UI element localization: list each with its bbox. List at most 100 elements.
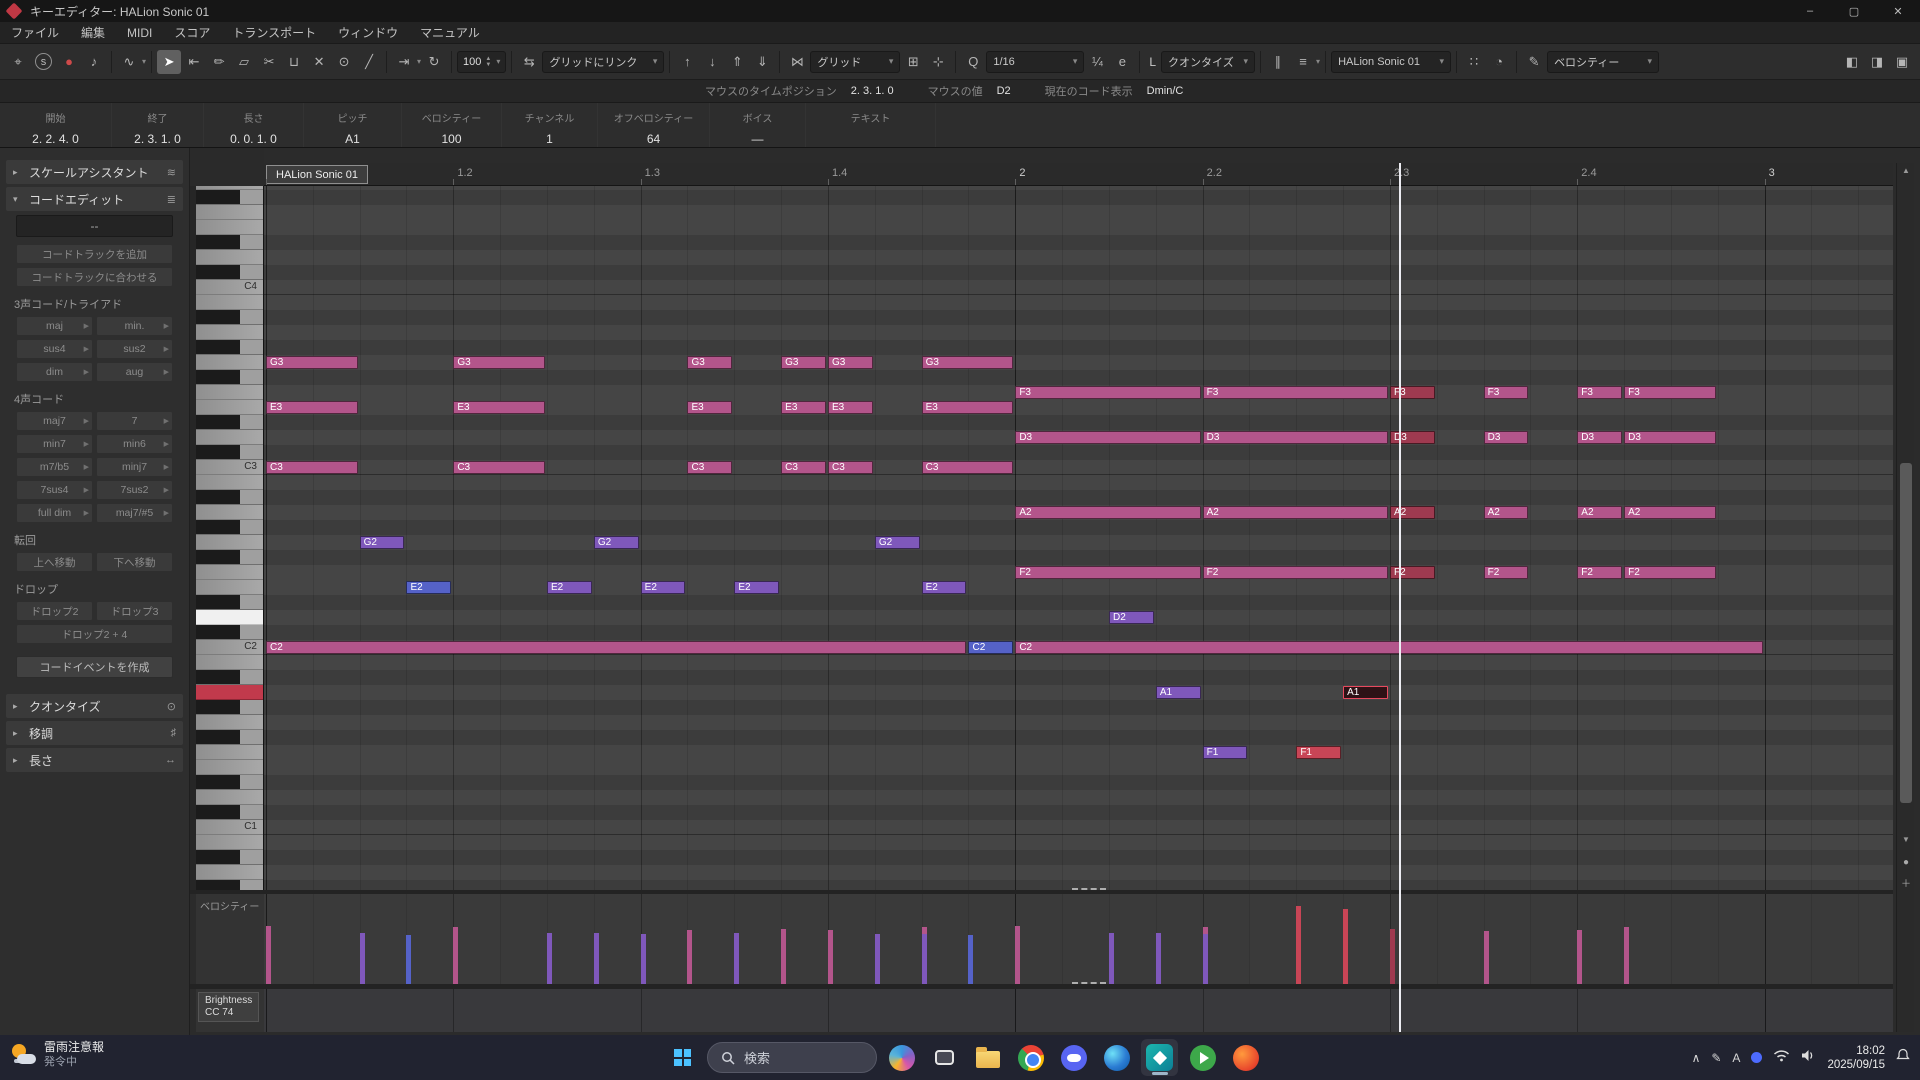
- velocity-bar[interactable]: [1577, 930, 1582, 984]
- midi-note[interactable]: F3: [1484, 386, 1529, 399]
- info-field[interactable]: ピッチA1: [304, 103, 402, 147]
- midi-note[interactable]: E2: [406, 581, 451, 594]
- midi-note[interactable]: F2: [1577, 566, 1622, 579]
- midi-note[interactable]: D3: [1624, 431, 1716, 444]
- midi-note[interactable]: G2: [875, 536, 920, 549]
- midi-note[interactable]: A2: [1577, 506, 1622, 519]
- playhead-cursor[interactable]: [1399, 163, 1401, 1032]
- menu-item[interactable]: トランスポート: [221, 22, 327, 44]
- midi-note[interactable]: G2: [594, 536, 639, 549]
- quantize-icon[interactable]: Q: [961, 50, 985, 74]
- erase-tool[interactable]: ▱: [232, 50, 256, 74]
- info-field[interactable]: ベロシティー100: [402, 103, 502, 147]
- velocity-bar[interactable]: [547, 933, 552, 984]
- midi-note[interactable]: G3: [266, 356, 358, 369]
- midi-note[interactable]: C3: [781, 461, 826, 474]
- midi-note[interactable]: C3: [453, 461, 545, 474]
- match-chord-track-button[interactable]: コードトラックに合わせる: [16, 267, 173, 287]
- piano-key[interactable]: [196, 355, 264, 370]
- piano-key[interactable]: [196, 850, 264, 865]
- taskbar-app-widgets[interactable]: [883, 1039, 920, 1076]
- info-field-value[interactable]: 2. 3. 1. 0: [112, 132, 203, 146]
- info-field[interactable]: テキスト: [806, 103, 936, 147]
- midi-note[interactable]: F2: [1203, 566, 1388, 579]
- taskbar-clock[interactable]: 18:02 2025/09/15: [1827, 1044, 1885, 1072]
- midi-note[interactable]: D2: [1109, 611, 1154, 624]
- velocity-bar[interactable]: [453, 927, 458, 984]
- midi-note[interactable]: F3: [1203, 386, 1388, 399]
- taskbar-search[interactable]: 検索: [707, 1042, 877, 1073]
- velocity-bar[interactable]: [1484, 931, 1489, 984]
- quantize-panel-icon[interactable]: e: [1110, 50, 1134, 74]
- piano-key[interactable]: [196, 490, 264, 505]
- midi-note[interactable]: E2: [734, 581, 779, 594]
- midi-note[interactable]: C3: [266, 461, 358, 474]
- piano-key[interactable]: [196, 580, 264, 595]
- info-field[interactable]: チャンネル1: [502, 103, 598, 147]
- velocity-bar[interactable]: [1203, 934, 1208, 984]
- tray-app-icon[interactable]: [1751, 1052, 1762, 1063]
- piano-keyboard[interactable]: C4C3C2C1: [196, 186, 264, 890]
- velocity-bar[interactable]: [1343, 909, 1348, 984]
- piano-key[interactable]: [196, 715, 264, 730]
- snap-icon[interactable]: ⋈: [785, 50, 809, 74]
- velocity-bar[interactable]: [968, 935, 973, 984]
- piano-key[interactable]: [196, 190, 264, 205]
- velocity-bar[interactable]: [781, 929, 786, 984]
- piano-key[interactable]: [196, 295, 264, 310]
- velocity-bar[interactable]: [1390, 929, 1395, 984]
- zoom-tool[interactable]: ⊙: [332, 50, 356, 74]
- ime-indicator[interactable]: A: [1732, 1051, 1740, 1065]
- menu-item[interactable]: ファイル: [0, 22, 70, 44]
- piano-key[interactable]: [196, 430, 264, 445]
- midi-note[interactable]: G2: [360, 536, 405, 549]
- snap-type-icon[interactable]: ⊞: [901, 50, 925, 74]
- menu-item[interactable]: ウィンドウ: [327, 22, 409, 44]
- taskbar-app-edge[interactable]: [1098, 1039, 1135, 1076]
- maximize-button[interactable]: ▢: [1832, 0, 1876, 22]
- piano-key[interactable]: [196, 370, 264, 385]
- section-quantize[interactable]: ▸クオンタイズ⊙: [6, 694, 183, 718]
- piano-key[interactable]: [196, 880, 264, 890]
- minimize-button[interactable]: –: [1788, 0, 1832, 22]
- wifi-icon[interactable]: [1773, 1049, 1790, 1067]
- inversion-button[interactable]: 下へ移動: [96, 552, 173, 572]
- midi-note[interactable]: F2: [1484, 566, 1529, 579]
- midi-note[interactable]: C2: [968, 641, 1013, 654]
- draw-tool[interactable]: ✏: [207, 50, 231, 74]
- right-zone-toggle-icon[interactable]: ▣: [1890, 50, 1914, 74]
- volume-icon[interactable]: [1801, 1049, 1816, 1067]
- scroll-down-icon[interactable]: ▼: [1897, 835, 1915, 844]
- piano-key[interactable]: [196, 235, 264, 250]
- step-input-icon[interactable]: ⇆: [517, 50, 541, 74]
- piano-key[interactable]: [196, 220, 264, 235]
- info-field[interactable]: オフベロシティー64: [598, 103, 710, 147]
- piano-key[interactable]: [196, 865, 264, 880]
- section-transpose[interactable]: ▸移調♯: [6, 721, 183, 745]
- piano-key[interactable]: [196, 250, 264, 265]
- tray-expand-icon[interactable]: ∧: [1692, 1051, 1701, 1065]
- velocity-bar[interactable]: [641, 934, 646, 984]
- velocity-bar[interactable]: [1109, 933, 1114, 984]
- midi-note[interactable]: A2: [1390, 506, 1435, 519]
- piano-key[interactable]: [196, 550, 264, 565]
- taskbar-app-discord[interactable]: [1055, 1039, 1092, 1076]
- midi-note[interactable]: E2: [922, 581, 967, 594]
- lane-resize-handle[interactable]: [1072, 888, 1106, 890]
- piano-key[interactable]: [196, 400, 264, 415]
- chord-pad-sus2[interactable]: sus2▶: [96, 339, 173, 359]
- piano-key[interactable]: [196, 565, 264, 580]
- loop-icon[interactable]: ↻: [422, 50, 446, 74]
- midi-note[interactable]: F1: [1296, 746, 1341, 759]
- info-field-value[interactable]: 2. 2. 4. 0: [0, 132, 111, 146]
- scrollbar-thumb[interactable]: [1900, 463, 1912, 803]
- midi-note[interactable]: C2: [266, 641, 966, 654]
- midi-note[interactable]: D3: [1484, 431, 1529, 444]
- midi-note[interactable]: F2: [1390, 566, 1435, 579]
- info-field[interactable]: ボイス—: [710, 103, 806, 147]
- part-border-icon[interactable]: ∥: [1266, 50, 1290, 74]
- midi-note[interactable]: F2: [1015, 566, 1200, 579]
- menu-item[interactable]: スコア: [163, 22, 221, 44]
- midi-note[interactable]: E3: [453, 401, 545, 414]
- range-selection-tool[interactable]: ⇤: [182, 50, 206, 74]
